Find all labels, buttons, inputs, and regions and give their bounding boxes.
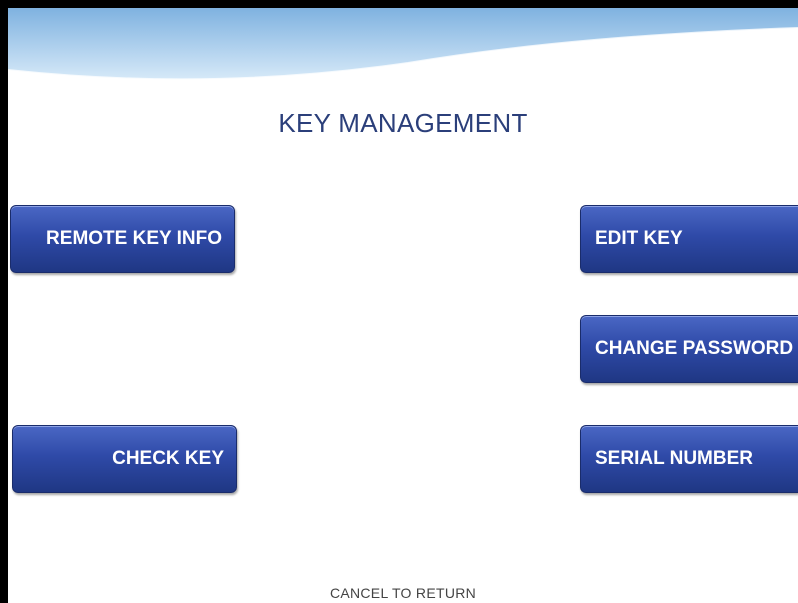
serial-number-label: SERIAL NUMBER [595, 448, 753, 469]
check-key-label: CHECK KEY [112, 448, 224, 469]
header-wave-banner [8, 8, 798, 81]
serial-number-button[interactable]: SERIAL NUMBER [580, 425, 798, 493]
page-title: KEY MANAGEMENT [278, 108, 528, 138]
check-key-button[interactable]: CHECK KEY [12, 425, 237, 493]
edit-key-label: EDIT KEY [595, 228, 683, 249]
remote-key-info-label: REMOTE KEY INFO [46, 228, 222, 249]
cancel-hint: CANCEL TO RETURN [329, 585, 477, 601]
edit-key-button[interactable]: EDIT KEY [580, 205, 798, 273]
change-password-button[interactable]: CHANGE PASSWORD [580, 315, 798, 383]
atm-screen: KEY MANAGEMENT REMOTE KEY INFO CHECK KEY… [8, 8, 798, 603]
remote-key-info-button[interactable]: REMOTE KEY INFO [10, 205, 235, 273]
change-password-label: CHANGE PASSWORD [595, 338, 794, 359]
